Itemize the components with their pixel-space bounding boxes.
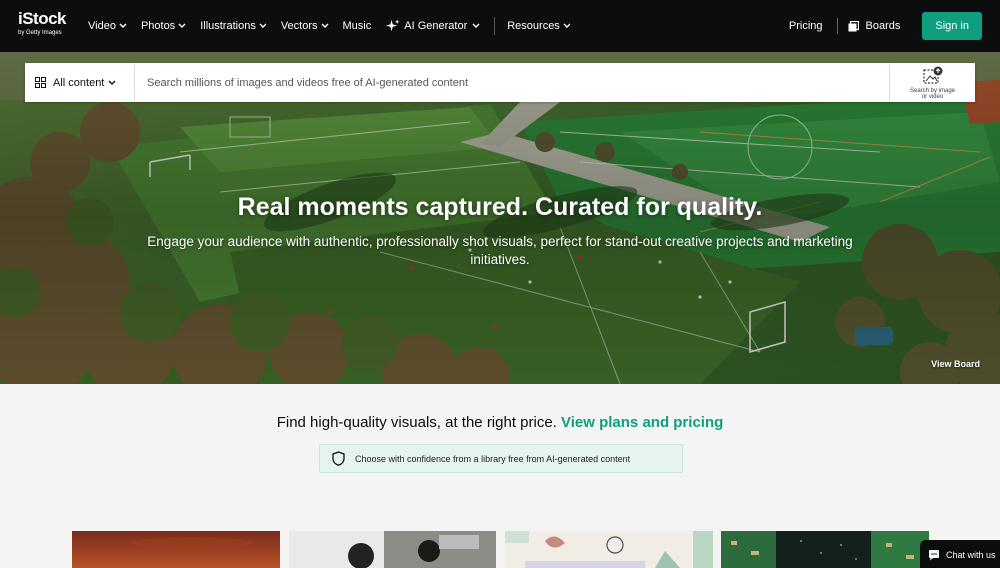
hero-title: Real moments captured. Curated for quali… xyxy=(237,193,763,221)
logo-tagline: by Getty Images xyxy=(18,30,62,36)
illustration-image xyxy=(505,531,713,568)
nav-divider xyxy=(836,18,838,34)
thumbnail-image[interactable] xyxy=(721,531,929,568)
image-search-line2: or video xyxy=(921,93,944,100)
shield-icon xyxy=(332,451,345,466)
nav-resources-label: Resources xyxy=(507,20,560,32)
chat-with-us-button[interactable]: Chat with us xyxy=(920,540,1000,568)
nav-divider xyxy=(494,17,496,35)
thumbnail-image[interactable] xyxy=(72,531,280,568)
main-nav: Video Photos Illustrations Vectors Music… xyxy=(88,0,585,52)
promo-text: Find high-quality visuals, at the right … xyxy=(276,414,557,431)
search-by-image-button[interactable]: Search by image or video xyxy=(889,63,975,102)
nav-illustrations[interactable]: Illustrations xyxy=(200,20,267,32)
grid-icon xyxy=(35,77,46,88)
content-type-label: All content xyxy=(53,76,105,89)
nav-vectors-label: Vectors xyxy=(280,20,318,32)
nav-photos-label: Photos xyxy=(140,20,176,32)
sparkle-icon xyxy=(386,18,400,31)
image-search-icon xyxy=(922,66,942,84)
boards-link[interactable]: Boards xyxy=(848,20,901,32)
thumbnail-image[interactable] xyxy=(289,531,496,568)
sunset-photo xyxy=(72,531,280,568)
chevron-down-icon xyxy=(108,80,116,85)
chevron-down-icon xyxy=(563,23,571,28)
nav-illustrations-label: Illustrations xyxy=(200,20,256,32)
nav-vectors[interactable]: Vectors xyxy=(281,20,329,32)
chevron-down-icon xyxy=(119,23,127,28)
badge-text: Choose with confidence from a library fr… xyxy=(355,453,631,464)
chevron-down-icon xyxy=(472,23,480,28)
chat-icon xyxy=(929,550,939,561)
chevron-down-icon xyxy=(321,23,329,28)
nav-video[interactable]: Video xyxy=(88,20,127,32)
nav-photos[interactable]: Photos xyxy=(141,20,186,32)
chat-label: Chat with us xyxy=(946,550,996,560)
top-nav: iStock by Getty Images Video Photos Illu… xyxy=(0,0,1000,52)
nav-music[interactable]: Music xyxy=(343,20,372,32)
boards-label: Boards xyxy=(865,20,901,32)
view-board-link[interactable]: View Board xyxy=(931,359,980,369)
pricing-promo: Find high-quality visuals, at the right … xyxy=(0,414,1000,431)
thumbnail-image[interactable] xyxy=(505,531,713,568)
chevron-down-icon xyxy=(178,23,186,28)
istock-logo[interactable]: iStock by Getty Images xyxy=(18,10,76,40)
sign-in-button[interactable]: Sign in xyxy=(922,12,982,40)
people-photo xyxy=(289,531,496,568)
nav-resources[interactable]: Resources xyxy=(507,20,571,32)
hero-banner: All content Search by image or video Rea… xyxy=(0,52,1000,384)
nav-ai-generator[interactable]: AI Generator xyxy=(385,18,480,34)
view-plans-link[interactable]: View plans and pricing xyxy=(561,414,723,431)
nav-video-label: Video xyxy=(88,20,116,32)
content-type-dropdown[interactable]: All content xyxy=(25,63,135,102)
chevron-down-icon xyxy=(259,23,267,28)
account-nav: Pricing Boards Sign in xyxy=(789,0,982,52)
pricing-link[interactable]: Pricing xyxy=(789,20,823,32)
hero-subtitle: Engage your audience with authentic, pro… xyxy=(147,234,853,267)
logo-text: iStock xyxy=(18,9,67,28)
nav-music-label: Music xyxy=(342,20,372,32)
circuit-photo xyxy=(721,531,929,568)
search-bar: All content Search by image or video xyxy=(25,63,975,102)
nav-ai-generator-label: AI Generator xyxy=(404,20,468,32)
search-input[interactable] xyxy=(135,76,889,89)
ai-free-badge: Choose with confidence from a library fr… xyxy=(319,444,683,473)
boards-icon xyxy=(848,20,859,31)
